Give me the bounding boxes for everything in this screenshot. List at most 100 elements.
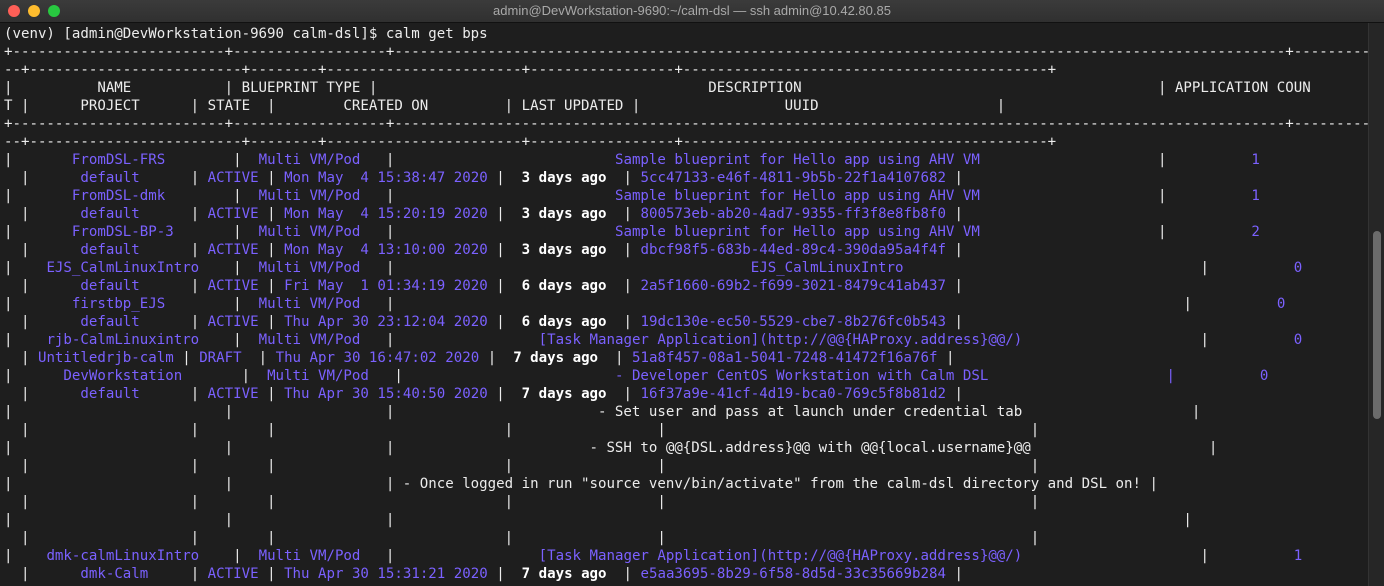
terminal-text-segment: ACTIVE (207, 278, 259, 294)
terminal-line: +-------------------------+-------------… (4, 43, 1368, 61)
terminal-text-segment: | (360, 152, 615, 168)
terminal-line: +-------------------------+-------------… (4, 115, 1368, 133)
terminal-text-segment: (venv) [admin@DevWorkstation-9690 calm-d… (4, 26, 488, 42)
terminal-text-segment: Multi VM/Pod (258, 332, 361, 348)
terminal-text-segment: | (360, 332, 539, 348)
terminal-text-segment: Untitledrjb-calm (37, 350, 174, 366)
terminal-text-segment: | (199, 548, 259, 564)
terminal-text-segment: | (606, 314, 641, 330)
command-prompt-line: (venv) [admin@DevWorkstation-9690 calm-d… (4, 25, 488, 43)
terminal-text-segment: | (258, 314, 285, 330)
terminal-line: | FromDSL-BP-3 | Multi VM/Pod | Sample b… (4, 223, 1260, 241)
terminal-text-segment: | (4, 332, 47, 348)
terminal-text-segment: +-------------------------+-------------… (4, 116, 1368, 132)
terminal-text-segment: Mon May 4 15:38:47 2020 (284, 170, 488, 186)
terminal-text-segment: Thu Apr 30 15:31:21 2020 (284, 566, 488, 582)
terminal-line: | DevWorkstation | Multi VM/Pod | - Deve… (4, 367, 1268, 385)
terminal-text-segment: e5aa3695-8b29-6f58-8d5d-33c35669b284 (640, 566, 946, 582)
terminal-text-segment: 19dc130e-ec50-5529-cbe7-8b276fc0b543 (640, 314, 946, 330)
terminal-line: | | | | (4, 511, 1192, 529)
terminal-line: | default | ACTIVE | Thu Apr 30 15:40:50… (4, 385, 963, 403)
terminal-line: --+-------------------------+--------+--… (4, 61, 1056, 79)
terminal-output[interactable]: (venv) [admin@DevWorkstation-9690 calm-d… (0, 23, 1368, 586)
terminal-text-segment: ACTIVE (207, 170, 259, 186)
terminal-text-segment: | | | | (4, 512, 1192, 528)
terminal-text-segment: 6 days ago (521, 278, 607, 294)
terminal-text-segment: | (4, 206, 81, 222)
terminal-text-segment: 0 (1293, 260, 1303, 276)
terminal-text-segment: Multi VM/Pod (258, 188, 361, 204)
terminal-text-segment: default (80, 278, 140, 294)
terminal-line: | dmk-calmLinuxIntro | Multi VM/Pod | [T… (4, 547, 1302, 565)
terminal-line: | EJS_CalmLinuxIntro | Multi VM/Pod | EJ… (4, 259, 1302, 277)
terminal-text-segment: dbcf98f5-683b-44ed-89c4-390da95a4f4f (640, 242, 946, 258)
terminal-text-segment: FromDSL-dmk (71, 188, 166, 204)
terminal-text-segment: | (139, 170, 208, 186)
terminal-text-segment: | | | | | | (4, 458, 1040, 474)
terminal-line: | NAME | BLUEPRINT TYPE | DESCRIPTION | … (4, 79, 1311, 97)
terminal-text-segment: | 0 (1166, 368, 1269, 384)
terminal-text-segment: | (4, 170, 81, 186)
terminal-text-segment: | (4, 548, 47, 564)
terminal-text-segment: | (945, 386, 963, 402)
terminal-text-segment: | | | | | | (4, 422, 1040, 438)
terminal-text-segment: | (258, 566, 285, 582)
terminal-text-segment: | (487, 314, 522, 330)
terminal-text-segment: - Developer CentOS Workstation with Calm… (614, 368, 989, 384)
terminal-text-segment: | (360, 260, 751, 276)
terminal-line: | | | | | | (4, 529, 1039, 547)
terminal-text-segment: 3 days ago (521, 206, 607, 222)
terminal-text-segment: Sample blueprint for Hello app using AHV… (614, 224, 980, 240)
terminal-text-segment: 2 (1251, 224, 1260, 240)
terminal-text-segment: | (979, 152, 1252, 168)
terminal-text-segment: | (4, 368, 64, 384)
terminal-text-segment: | (139, 314, 208, 330)
terminal-text-segment: | (487, 566, 522, 582)
terminal-text-segment: 5cc47133-e46f-4811-9b5b-22f1a4107682 (640, 170, 946, 186)
terminal-text-segment: 7 days ago (521, 386, 607, 402)
terminal-line: --+-------------------------+--------+--… (4, 133, 1056, 151)
terminal-text-segment: | (139, 278, 208, 294)
window-titlebar: admin@DevWorkstation-9690:~/calm-dsl — s… (0, 0, 1384, 23)
terminal-text-segment: | (4, 278, 81, 294)
scrollbar-thumb[interactable] (1373, 231, 1381, 419)
terminal-text-segment: default (80, 314, 140, 330)
terminal-text-segment: | (945, 566, 963, 582)
terminal-text-segment: | (4, 260, 47, 276)
terminal-text-segment: | (487, 242, 522, 258)
terminal-text-segment: | (903, 260, 1294, 276)
window-title: admin@DevWorkstation-9690:~/calm-dsl — s… (493, 3, 891, 18)
terminal-text-segment: | (173, 350, 200, 366)
terminal-line: | default | ACTIVE | Mon May 4 13:10:00 … (4, 241, 963, 259)
terminal-text-segment: ACTIVE (207, 206, 259, 222)
terminal-text-segment: Thu Apr 30 16:47:02 2020 (275, 350, 480, 366)
terminal-text-segment: 800573eb-ab20-4ad7-9355-ff3f8e8fb8f0 (640, 206, 946, 222)
terminal-text-segment: | (4, 314, 81, 330)
terminal-text-segment: | (487, 170, 522, 186)
terminal-line: | | | | | | (4, 457, 1039, 475)
terminal-text-segment: | (606, 386, 641, 402)
terminal-text-segment: | (4, 386, 81, 402)
terminal-scrollbar[interactable] (1368, 23, 1384, 586)
terminal-text-segment: Thu Apr 30 15:40:50 2020 (284, 386, 488, 402)
terminal-line: | FromDSL-dmk | Multi VM/Pod | Sample bl… (4, 187, 1260, 205)
terminal-text-segment: default (80, 170, 140, 186)
terminal-text-segment: | (258, 242, 285, 258)
terminal-text-segment: dmk-Calm (80, 566, 149, 582)
terminal-text-segment: 6 days ago (521, 314, 607, 330)
terminal-text-segment: Mon May 4 15:20:19 2020 (284, 206, 488, 222)
terminal-text-segment: rjb-CalmLinuxintro (46, 332, 200, 348)
terminal-text-segment: | (182, 368, 268, 384)
terminal-text-segment: | (360, 224, 615, 240)
terminal-text-segment: --+-------------------------+--------+--… (4, 134, 1057, 150)
terminal-text-segment: | (598, 350, 632, 366)
terminal-text-segment: ACTIVE (207, 566, 259, 582)
terminal-text-segment: | (258, 170, 285, 186)
terminal-text-segment: | (4, 350, 38, 366)
terminal-text-segment: | (139, 386, 208, 402)
terminal-text-segment: | (606, 278, 641, 294)
terminal-text-segment: Sample blueprint for Hello app using AHV… (614, 188, 980, 204)
terminal-text-segment: | | | - Once logged in run "source venv/… (4, 476, 1158, 492)
terminal-text-segment: --+-------------------------+--------+--… (4, 62, 1057, 78)
terminal-text-segment: [Task Manager Application](http://@@{HAP… (538, 548, 1023, 564)
